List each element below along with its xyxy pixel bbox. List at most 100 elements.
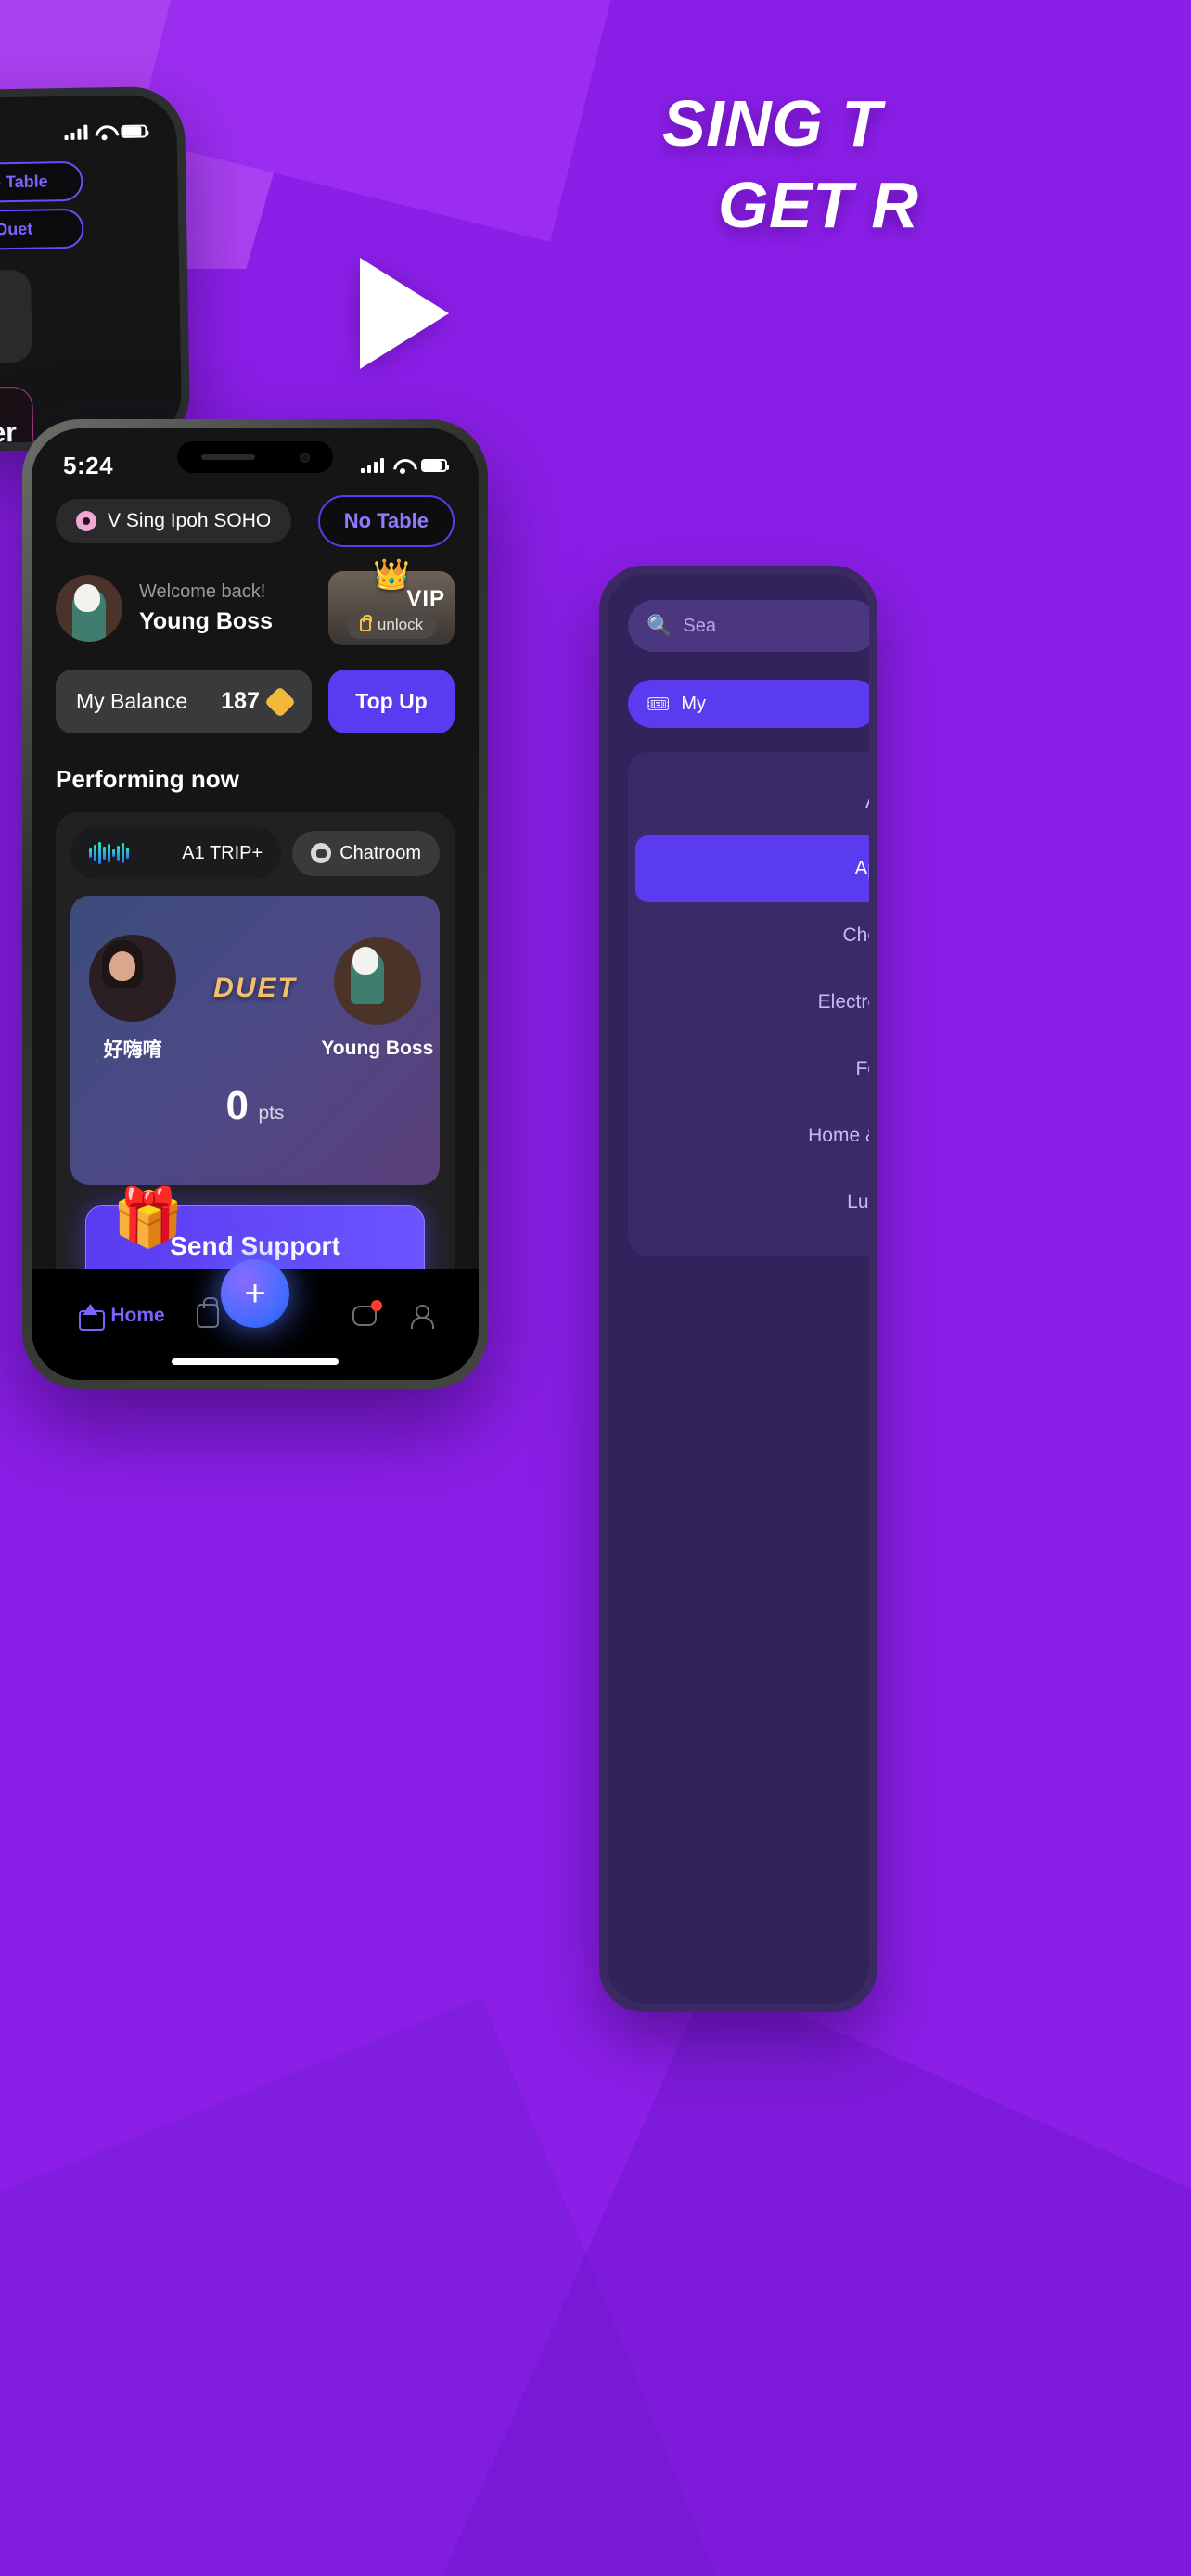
duet-stage-card[interactable]: 好嗨唷 DUET Young Boss 0 pts bbox=[70, 896, 440, 1185]
balance-row: My Balance 187 Top Up bbox=[56, 670, 455, 733]
vip-badge[interactable]: 👑 VIP unlock bbox=[328, 557, 455, 645]
chatroom-button[interactable]: Chatroom bbox=[292, 830, 440, 876]
phone-mockup-right: 🔍 Sea 🎟 My A Ap Cho Electro Fo Home & Lu… bbox=[599, 566, 877, 2012]
main-content: V Sing Ipoh SOHO No Table Welcome back! … bbox=[32, 480, 479, 1345]
search-icon: 🔍 bbox=[647, 614, 672, 637]
promo-headline: SING T GET R bbox=[440, 83, 1191, 246]
signal-icon bbox=[64, 124, 88, 141]
left-duet-button[interactable]: Duet bbox=[0, 208, 84, 251]
plus-icon: + bbox=[244, 1272, 266, 1314]
performing-header: A1 TRIP+ Chatroom bbox=[70, 827, 440, 879]
category-item-1[interactable]: Ap bbox=[635, 835, 869, 902]
user-name: Young Boss bbox=[139, 608, 273, 634]
search-placeholder: Sea bbox=[683, 615, 716, 636]
category-item-2[interactable]: Cho bbox=[628, 902, 869, 969]
nav-item-shop[interactable] bbox=[197, 1297, 220, 1328]
my-tickets-label: My bbox=[681, 693, 707, 714]
category-item-0[interactable]: A bbox=[628, 769, 869, 835]
song-title: A1 TRIP+ bbox=[182, 842, 263, 863]
left-no-table-button[interactable]: No Table bbox=[0, 160, 83, 204]
user-text: Welcome back! Young Boss bbox=[139, 581, 273, 635]
home-indicator bbox=[172, 1358, 339, 1365]
points-display: 0 pts bbox=[70, 1083, 440, 1129]
avatar bbox=[89, 935, 177, 1022]
status-bar-left bbox=[0, 115, 162, 152]
ticket-icon: 🎟 bbox=[647, 694, 671, 715]
header-row: V Sing Ipoh SOHO No Table bbox=[56, 495, 455, 547]
coin-icon bbox=[264, 685, 296, 718]
home-icon bbox=[79, 1305, 106, 1331]
poster-canvas: SING T GET R No Table Duet g Alone bbox=[0, 0, 1191, 2576]
phone-right-screen: 🔍 Sea 🎟 My A Ap Cho Electro Fo Home & Lu… bbox=[608, 574, 869, 2004]
phone-mockup-main: 5:24 V Sing Ipoh SOHO No Table Welcome b… bbox=[22, 419, 488, 1389]
points-unit: pts bbox=[258, 1103, 285, 1124]
nav-item-profile[interactable] bbox=[409, 1305, 434, 1329]
performer-name: Young Boss bbox=[321, 1038, 434, 1059]
phone-right-bezel: 🔍 Sea 🎟 My A Ap Cho Electro Fo Home & Lu… bbox=[608, 574, 869, 2004]
user-row: Welcome back! Young Boss 👑 VIP unlock bbox=[56, 557, 455, 645]
vip-unlock-label: unlock bbox=[377, 616, 424, 633]
speaker-grille bbox=[200, 454, 255, 460]
main-phone-screen: 5:24 V Sing Ipoh SOHO No Table Welcome b… bbox=[32, 428, 479, 1380]
message-icon bbox=[352, 1300, 382, 1326]
points-value: 0 bbox=[225, 1083, 249, 1129]
create-button[interactable]: + bbox=[221, 1259, 289, 1328]
status-time: 5:24 bbox=[63, 451, 114, 479]
category-list: A Ap Cho Electro Fo Home & Lux bbox=[628, 752, 869, 1256]
phone-left-screen: No Table Duet g Alone g Together bbox=[0, 94, 183, 446]
left-card-sing-alone[interactable]: g Alone bbox=[0, 269, 32, 366]
performing-card: A1 TRIP+ Chatroom 好嗨唷 DUET Young Boss 0 … bbox=[56, 812, 455, 1302]
performer-2[interactable]: Young Boss bbox=[317, 937, 438, 1060]
section-title-performing: Performing now bbox=[56, 765, 239, 793]
battery-icon bbox=[421, 459, 449, 472]
left-card-sing-together[interactable]: g Together bbox=[0, 386, 34, 446]
vip-label: VIP bbox=[406, 586, 445, 611]
category-item-3[interactable]: Electro bbox=[628, 969, 869, 1036]
person-icon bbox=[409, 1305, 434, 1329]
play-icon bbox=[360, 258, 449, 369]
nav-label-home: Home bbox=[110, 1305, 165, 1326]
search-input[interactable]: 🔍 Sea bbox=[628, 600, 869, 652]
promo-line-1: SING T bbox=[662, 87, 882, 159]
balance-value-group: 187 bbox=[221, 685, 296, 718]
gift-icon: 🎁 bbox=[112, 1186, 185, 1250]
avatar[interactable] bbox=[56, 575, 122, 642]
chatroom-label: Chatroom bbox=[339, 842, 421, 863]
phone-left-pills: No Table Duet bbox=[0, 159, 153, 251]
promo-line-2: GET R bbox=[718, 168, 919, 241]
main-phone-bezel: 5:24 V Sing Ipoh SOHO No Table Welcome b… bbox=[32, 428, 479, 1380]
my-tickets-chip[interactable]: 🎟 My bbox=[628, 680, 869, 728]
bag-icon bbox=[197, 1297, 220, 1328]
category-item-5[interactable]: Home & bbox=[628, 1103, 869, 1169]
lock-icon bbox=[359, 615, 372, 631]
performer-1[interactable]: 好嗨唷 bbox=[72, 935, 193, 1063]
signal-icon bbox=[361, 458, 384, 473]
category-item-4[interactable]: Fo bbox=[628, 1036, 869, 1103]
wifi-icon bbox=[393, 459, 412, 474]
wifi-icon bbox=[95, 125, 113, 139]
waveform-icon bbox=[89, 842, 129, 864]
location-chip[interactable]: V Sing Ipoh SOHO bbox=[56, 499, 292, 543]
location-name: V Sing Ipoh SOHO bbox=[108, 510, 272, 531]
notch bbox=[177, 441, 333, 473]
top-up-button[interactable]: Top Up bbox=[328, 670, 455, 733]
balance-label: My Balance bbox=[76, 689, 188, 713]
nav-item-home[interactable]: Home bbox=[79, 1305, 165, 1331]
phone-left-body: No Table Duet g Alone g Together bbox=[0, 159, 168, 446]
nav-item-messages[interactable] bbox=[352, 1300, 382, 1326]
phone-left-bezel: No Table Duet g Alone g Together bbox=[0, 94, 183, 446]
notification-dot bbox=[370, 1300, 382, 1311]
duet-performers: 好嗨唷 DUET Young Boss bbox=[70, 896, 440, 1063]
balance-card[interactable]: My Balance 187 bbox=[56, 670, 312, 733]
duet-logo: DUET bbox=[213, 973, 297, 1003]
no-table-button[interactable]: No Table bbox=[317, 495, 455, 547]
welcome-label: Welcome back! bbox=[139, 581, 266, 602]
play-button[interactable] bbox=[360, 258, 449, 369]
category-item-6[interactable]: Lux bbox=[628, 1169, 869, 1236]
location-pin-icon bbox=[76, 511, 96, 531]
now-playing-bar[interactable]: A1 TRIP+ bbox=[70, 827, 282, 879]
crown-icon: 👑 bbox=[373, 557, 410, 591]
front-camera bbox=[299, 452, 310, 463]
vip-unlock-button[interactable]: unlock bbox=[346, 611, 437, 639]
battery-icon bbox=[121, 124, 147, 138]
